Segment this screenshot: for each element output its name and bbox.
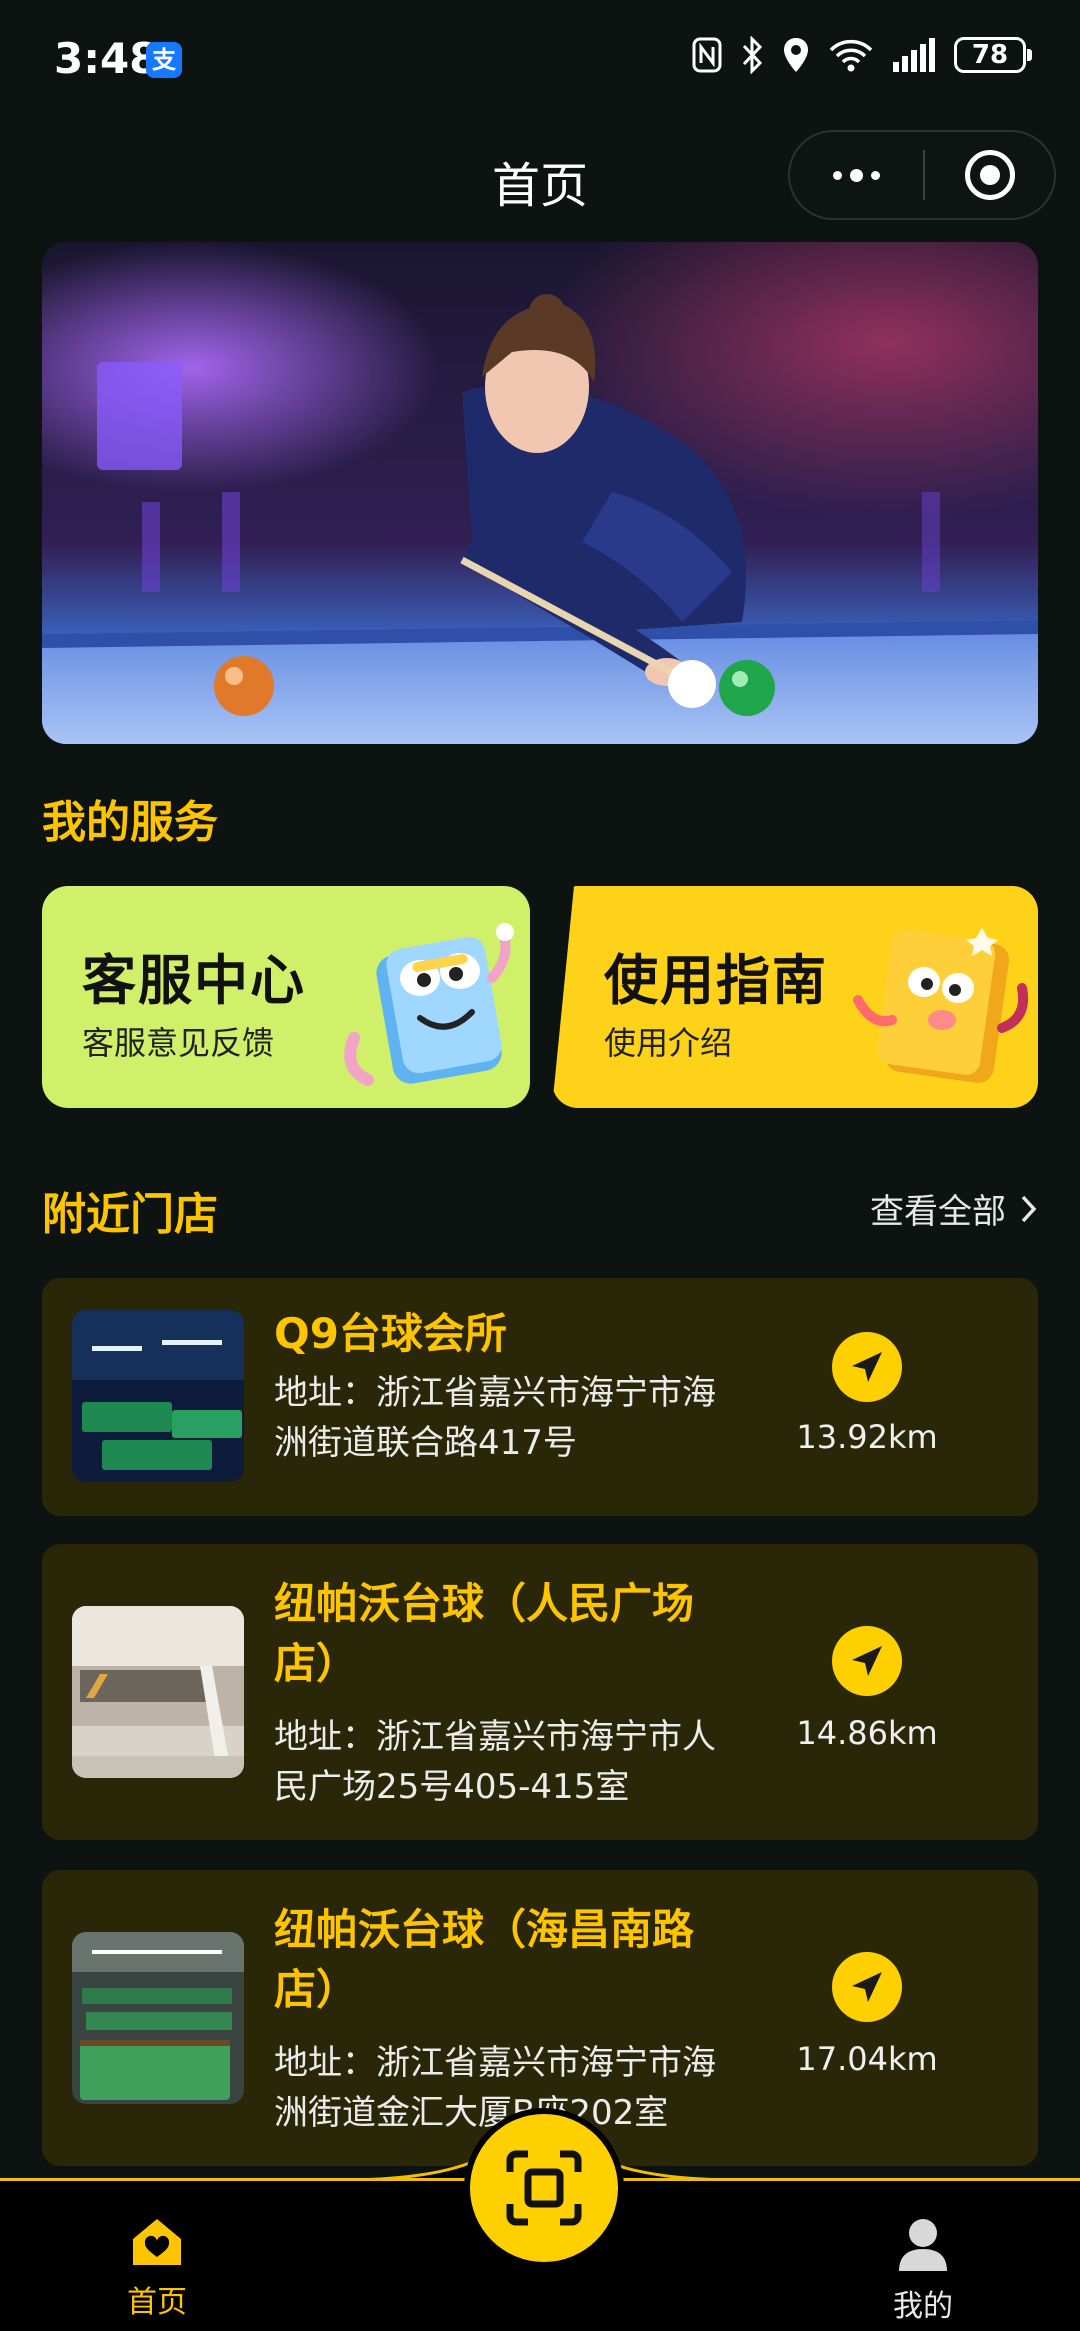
store-address: 地址：浙江省嘉兴市海宁市海洲街道联合路417号 xyxy=(274,1373,716,1463)
services-section-title: 我的服务 xyxy=(42,797,218,848)
nearby-section-title: 附近门店 xyxy=(42,1189,218,1240)
store-card[interactable]: 纽帕沃台球（人民广场店） 地址：浙江省嘉兴市海宁市人民广场25号405-415室… xyxy=(42,1544,1038,1840)
bluetooth-icon xyxy=(742,36,763,74)
store-distance: 17.04km xyxy=(796,2040,938,2078)
tab-home[interactable]: 首页 xyxy=(77,2217,237,2321)
scan-icon xyxy=(506,2150,582,2226)
tab-home-label: 首页 xyxy=(127,2285,187,2320)
more-menu-button[interactable] xyxy=(790,132,923,218)
chevron-right-icon xyxy=(1021,1195,1037,1222)
user-icon xyxy=(899,2219,947,2271)
alipay-icon: 支 xyxy=(146,42,182,78)
store-distance: 13.92km xyxy=(796,1418,938,1456)
billiards-player-illustration xyxy=(42,242,1038,744)
target-icon xyxy=(964,150,1015,200)
store-thumbnail xyxy=(72,1310,244,1482)
dot xyxy=(871,170,880,180)
navigate-button[interactable] xyxy=(832,1952,902,2022)
store-thumbnail xyxy=(72,1606,244,1778)
store-name: 纽帕沃台球（海昌南路店） xyxy=(274,1905,695,2014)
customer-service-subtitle: 客服意见反馈 xyxy=(82,1024,275,1062)
dot xyxy=(850,168,863,182)
signal-icon xyxy=(893,38,935,72)
store-card[interactable]: Q9台球会所 地址：浙江省嘉兴市海宁市海洲街道联合路417号 13.92km xyxy=(42,1278,1038,1516)
status-time: 3:48 xyxy=(54,34,159,83)
home-heart-icon xyxy=(133,2219,181,2265)
status-icons: 78 xyxy=(692,36,1032,74)
store-name: Q9台球会所 xyxy=(274,1309,507,1358)
user-guide-subtitle: 使用介绍 xyxy=(604,1024,733,1062)
view-all-label: 查看全部 xyxy=(870,1192,1006,1232)
status-bar: 3:48 支 78 xyxy=(0,0,1080,120)
navigation-arrow-icon xyxy=(852,1352,882,1382)
user-guide-title: 使用指南 xyxy=(604,949,828,1012)
wifi-icon xyxy=(829,39,873,72)
store-name: 纽帕沃台球（人民广场店） xyxy=(274,1579,695,1688)
banner-image[interactable] xyxy=(42,242,1038,744)
location-icon xyxy=(784,38,808,72)
store-distance: 14.86km xyxy=(796,1714,938,1752)
store-address: 地址：浙江省嘉兴市海宁市人民广场25号405-415室 xyxy=(274,1717,716,1807)
dot xyxy=(833,170,842,180)
nfc-icon xyxy=(692,37,722,73)
customer-service-title: 客服中心 xyxy=(82,949,306,1012)
customer-service-card[interactable]: 客服中心 客服意见反馈 xyxy=(42,886,530,1108)
close-miniprogram-button[interactable] xyxy=(925,150,1054,200)
navigation-arrow-icon xyxy=(852,1646,882,1676)
navigation-arrow-icon xyxy=(852,1972,882,2002)
tab-me[interactable]: 我的 xyxy=(843,2217,1003,2325)
tab-me-label: 我的 xyxy=(893,2289,953,2324)
battery-icon: 78 xyxy=(954,37,1032,73)
view-all-link[interactable]: 查看全部 xyxy=(870,1184,1038,1233)
user-guide-card[interactable]: 使用指南 使用介绍 xyxy=(552,886,1038,1108)
book-mascot-icon xyxy=(344,923,514,1086)
miniprogram-capsule xyxy=(788,130,1056,220)
guide-book-mascot-icon xyxy=(853,928,1028,1083)
navigate-button[interactable] xyxy=(832,1332,902,1402)
store-thumbnail xyxy=(72,1932,244,2104)
scan-button[interactable] xyxy=(470,2114,618,2262)
navigate-button[interactable] xyxy=(832,1626,902,1696)
